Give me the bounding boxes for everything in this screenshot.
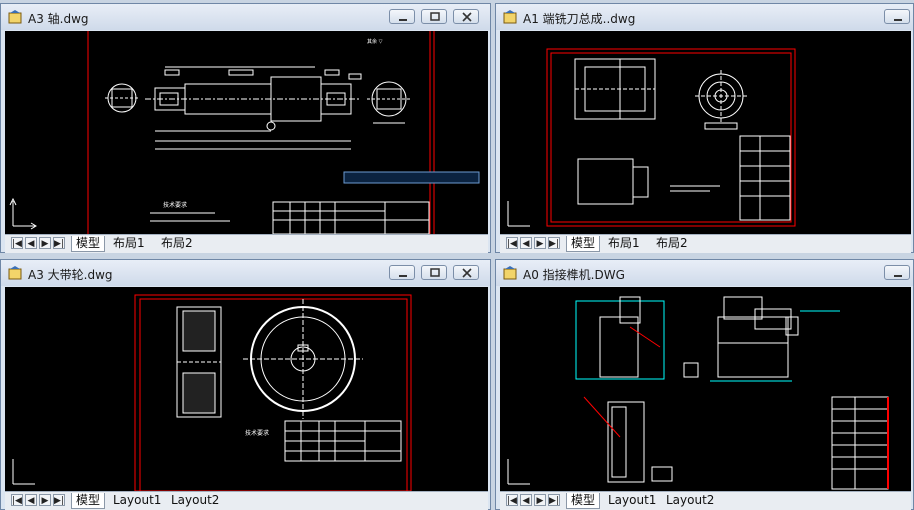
tab-model[interactable]: 模型 (71, 236, 106, 252)
dwg-file-icon (503, 10, 517, 24)
close-button[interactable] (453, 265, 479, 280)
next-tab-button[interactable]: ▶ (39, 494, 51, 506)
drawing-window-end-mill[interactable]: A1 端铣刀总成..dwg |◀ ◀ ▶ ▶| 模型 布局1 布局2 (495, 3, 914, 253)
model-space-canvas[interactable]: 技术要求 (5, 287, 488, 491)
last-tab-button[interactable]: ▶| (548, 494, 560, 506)
prev-tab-button[interactable]: ◀ (25, 494, 37, 506)
dwg-file-icon (8, 10, 22, 24)
first-tab-button[interactable]: |◀ (11, 494, 23, 506)
end-mill-drawing (507, 48, 796, 227)
first-tab-button[interactable]: |◀ (506, 237, 518, 249)
tech-requirements-title: 技术要求 (163, 201, 187, 209)
layout-tab-bar: |◀ ◀ ▶ ▶| 模型 Layout1 Layout2 (500, 491, 911, 510)
model-space-canvas[interactable] (500, 287, 911, 491)
tab-model[interactable]: 模型 (566, 236, 601, 252)
tab-layout2[interactable]: Layout2 (167, 493, 223, 508)
roughness-note: 其余 ▽ (367, 38, 383, 45)
tab-layout1[interactable]: Layout1 (109, 493, 165, 508)
first-tab-button[interactable]: |◀ (11, 237, 23, 249)
layout-tab-bar: |◀ ◀ ▶ ▶| 模型 布局1 布局2 (5, 234, 488, 253)
minimize-button[interactable] (884, 9, 910, 24)
tech-requirements-title: 技术要求 (245, 429, 269, 437)
tab-layout1[interactable]: Layout1 (604, 493, 660, 508)
drawing-window-finger-joint[interactable]: A0 指接榫机.DWG |◀ ◀ ▶ ▶| 模型 Layout1 Layout2 (495, 259, 914, 510)
minimize-button[interactable] (389, 9, 415, 24)
restore-button[interactable] (421, 265, 447, 280)
minimize-button[interactable] (884, 265, 910, 280)
tab-layout1[interactable]: 布局1 (604, 236, 644, 251)
model-space-canvas[interactable] (500, 31, 911, 234)
layout-tab-bar: |◀ ◀ ▶ ▶| 模型 布局1 布局2 (500, 234, 911, 253)
model-space-canvas[interactable]: 其余 ▽ 技术要求 (5, 31, 488, 234)
tab-model[interactable]: 模型 (566, 493, 601, 509)
title-bar[interactable]: A3 大带轮.dwg (1, 260, 490, 286)
restore-button[interactable] (421, 9, 447, 24)
window-title: A3 大带轮.dwg (28, 268, 113, 282)
window-title: A3 轴.dwg (28, 12, 89, 26)
prev-tab-button[interactable]: ◀ (520, 237, 532, 249)
last-tab-button[interactable]: ▶| (53, 237, 65, 249)
prev-tab-button[interactable]: ◀ (25, 237, 37, 249)
first-tab-button[interactable]: |◀ (506, 494, 518, 506)
title-bar[interactable]: A0 指接榫机.DWG (496, 260, 913, 286)
last-tab-button[interactable]: ▶| (53, 494, 65, 506)
tab-layout2[interactable]: 布局2 (652, 236, 692, 251)
finger-joint-machine-drawing (507, 296, 889, 490)
next-tab-button[interactable]: ▶ (534, 494, 546, 506)
minimize-button[interactable] (389, 265, 415, 280)
pulley-drawing: 技术要求 (12, 294, 412, 491)
dwg-file-icon (8, 266, 22, 280)
tab-layout2[interactable]: Layout2 (662, 493, 718, 508)
window-title: A1 端铣刀总成..dwg (523, 12, 636, 26)
tab-layout2[interactable]: 布局2 (157, 236, 197, 251)
window-title: A0 指接榫机.DWG (523, 268, 625, 282)
next-tab-button[interactable]: ▶ (534, 237, 546, 249)
tab-model[interactable]: 模型 (71, 493, 106, 509)
layout-tab-bar: |◀ ◀ ▶ ▶| 模型 Layout1 Layout2 (5, 491, 488, 510)
drawing-window-shaft[interactable]: A3 轴.dwg 其余 ▽ 技术要求 |◀ ◀ ▶ ▶| 模型 布局1 布局2 (0, 3, 491, 253)
tab-layout1[interactable]: 布局1 (109, 236, 149, 251)
close-button[interactable] (453, 9, 479, 24)
prev-tab-button[interactable]: ◀ (520, 494, 532, 506)
last-tab-button[interactable]: ▶| (548, 237, 560, 249)
title-bar[interactable]: A3 轴.dwg (1, 4, 490, 30)
title-bar[interactable]: A1 端铣刀总成..dwg (496, 4, 913, 30)
dwg-file-icon (503, 266, 517, 280)
drawing-window-pulley[interactable]: A3 大带轮.dwg 技术要求 |◀ ◀ ▶ ▶| 模型 Layout1 Lay… (0, 259, 491, 510)
next-tab-button[interactable]: ▶ (39, 237, 51, 249)
shaft-drawing: 其余 ▽ 技术要求 (9, 31, 480, 234)
